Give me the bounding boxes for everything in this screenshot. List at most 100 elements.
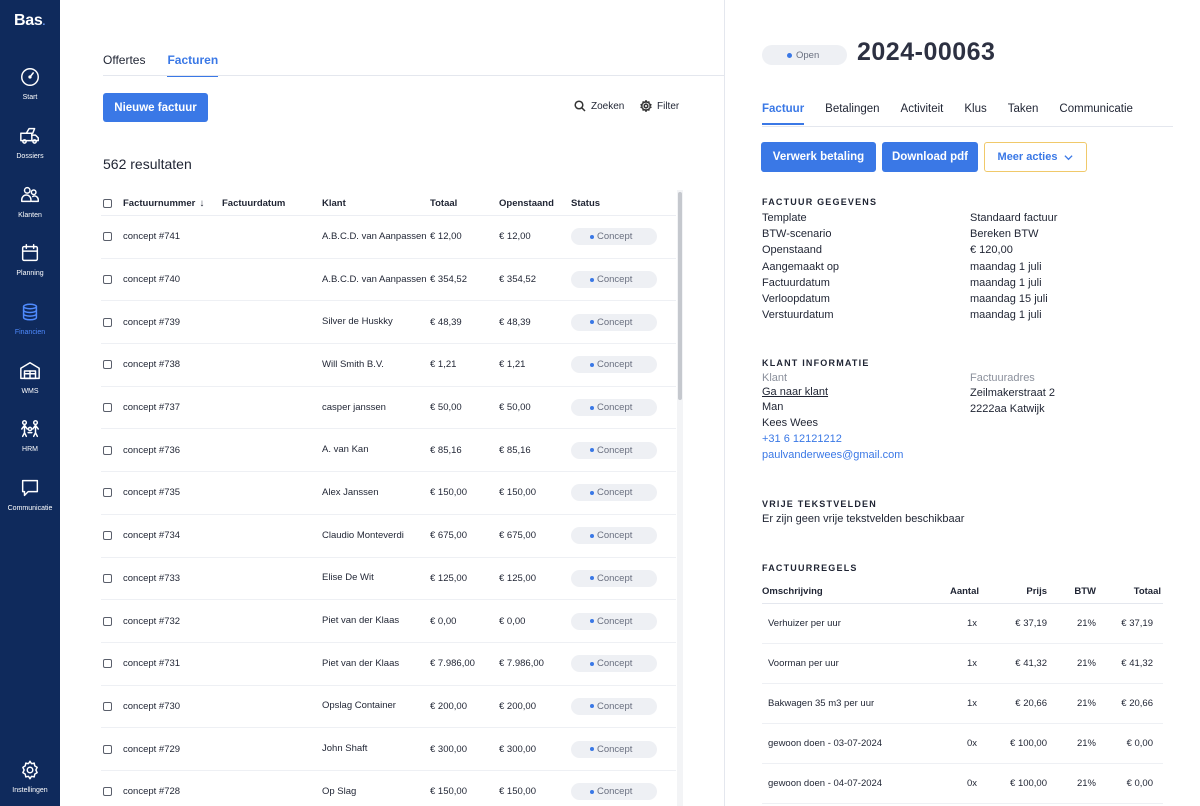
- more-actions-button[interactable]: Meer acties: [984, 142, 1087, 172]
- sidebar-item-financien[interactable]: Financien: [0, 301, 60, 353]
- table-row[interactable]: concept #736 A. van Kan € 85,16 € 85,16 Conc…: [101, 429, 676, 473]
- tab-offertes[interactable]: Offertes: [103, 53, 145, 77]
- tab-activiteit[interactable]: Activiteit: [901, 103, 944, 125]
- row-checkbox[interactable]: [103, 403, 112, 413]
- column-header-status[interactable]: Status: [571, 192, 600, 215]
- sidebar-item-instellingen[interactable]: Instellingen: [0, 759, 60, 806]
- cell-invoice-number: concept #734: [123, 530, 181, 542]
- row-checkbox[interactable]: [103, 232, 112, 242]
- invoice-line-row[interactable]: Verhuizer per uur 1x € 37,19 21% € 37,19: [762, 604, 1163, 644]
- free-fields-empty-text: Er zijn geen vrije tekstvelden beschikba…: [762, 513, 965, 525]
- invoice-line-row[interactable]: gewoon doen - 04-07-2024 0x € 100,00 21% € 0…: [762, 764, 1163, 804]
- select-all-checkbox[interactable]: [103, 199, 112, 208]
- invoice-line-row[interactable]: gewoon doen - 03-07-2024 0x € 100,00 21% € 0…: [762, 724, 1163, 764]
- client-phone-link[interactable]: +31 6 12121212: [762, 433, 842, 445]
- process-payment-button[interactable]: Verwerk betaling: [761, 142, 876, 172]
- goto-client-link[interactable]: Ga naar klant: [762, 386, 828, 398]
- status-badge: Open: [762, 45, 847, 65]
- sidebar-item-hrm[interactable]: HRM: [0, 418, 60, 470]
- tab-facturen[interactable]: Facturen: [167, 53, 219, 77]
- cell-invoice-number: concept #731: [123, 658, 181, 670]
- line-vat: 21%: [1076, 778, 1096, 789]
- row-checkbox[interactable]: [103, 787, 112, 797]
- row-checkbox[interactable]: [103, 573, 112, 583]
- tab-klus[interactable]: Klus: [964, 103, 986, 125]
- list-scrollbar[interactable]: [677, 190, 683, 806]
- table-row[interactable]: concept #741 A.B.C.D. van Aanpassen € 12,0…: [101, 216, 676, 259]
- row-checkbox[interactable]: [103, 445, 112, 455]
- client-label: Klant: [762, 372, 788, 384]
- app-logo[interactable]: Bas.: [14, 12, 45, 30]
- row-checkbox[interactable]: [103, 488, 112, 498]
- detail-tabs: Factuur Betalingen Activiteit Klus Taken…: [762, 103, 1133, 125]
- search-button[interactable]: Zoeken: [574, 100, 624, 112]
- line-vat: 21%: [1076, 738, 1096, 749]
- row-checkbox[interactable]: [103, 317, 112, 327]
- table-row[interactable]: concept #739 Silver de Huskky € 48,39 € 48,…: [101, 301, 676, 345]
- gauge-icon: [21, 68, 39, 86]
- table-row[interactable]: concept #734 Claudio Monteverdi € 675,00 € …: [101, 515, 676, 558]
- table-row[interactable]: concept #732 Piet van der Klaas € 0,00 € 0,…: [101, 600, 676, 643]
- table-row[interactable]: concept #740 A.B.C.D. van Aanpassen € 354,…: [101, 259, 676, 302]
- status-dot: [590, 277, 594, 282]
- tab-factuur[interactable]: Factuur: [762, 103, 805, 125]
- line-quantity: 0x: [966, 738, 977, 749]
- tab-taken[interactable]: Taken: [1008, 103, 1039, 125]
- row-checkbox[interactable]: [103, 701, 112, 711]
- sidebar-item-label: Financien: [14, 329, 46, 336]
- cell-client: Silver de Huskky: [322, 316, 393, 328]
- line-description: gewoon doen - 03-07-2024: [768, 738, 883, 749]
- filter-button[interactable]: Filter: [640, 100, 679, 112]
- cell-client: John Shaft: [322, 743, 368, 755]
- line-price: € 100,00: [1010, 738, 1047, 749]
- column-header-openstaand[interactable]: Openstaand: [499, 192, 554, 215]
- line-quantity: 1x: [966, 658, 977, 669]
- status-badge: Concept: [571, 612, 657, 630]
- invoice-line-row[interactable]: Voorman per uur 1x € 41,32 21% € 41,32: [762, 644, 1163, 684]
- download-pdf-button[interactable]: Download pdf: [882, 142, 978, 172]
- table-row[interactable]: concept #730 Opslag Container € 200,00 € 20…: [101, 686, 676, 729]
- column-header-totaal[interactable]: Totaal: [430, 192, 457, 215]
- table-row[interactable]: concept #737 casper janssen € 50,00 € 50,00…: [101, 387, 676, 430]
- column-header-factuurdatum[interactable]: Factuurdatum: [222, 192, 285, 215]
- sidebar-item-klanten[interactable]: Klanten: [0, 184, 60, 236]
- table-row[interactable]: concept #735 Alex Janssen € 150,00 € 150,00…: [101, 472, 676, 515]
- cell-total: € 12,00: [430, 231, 462, 243]
- status-dot: [590, 490, 594, 495]
- table-row[interactable]: concept #733 Elise De Wit € 125,00 € 125,00…: [101, 558, 676, 601]
- status-dot: [590, 234, 594, 239]
- row-checkbox[interactable]: [103, 360, 112, 370]
- detail-label: Template: [762, 212, 807, 224]
- column-header-klant[interactable]: Klant: [322, 192, 427, 215]
- line-quantity: 1x: [966, 618, 977, 629]
- search-label: Zoeken: [591, 100, 625, 112]
- tab-communicatie[interactable]: Communicatie: [1059, 103, 1133, 125]
- sidebar-item-start[interactable]: Start: [0, 66, 60, 118]
- column-header-factuurnummer[interactable]: Factuurnummer ↓: [123, 192, 204, 215]
- sidebar-item-planning[interactable]: Planning: [0, 242, 60, 294]
- sidebar-item-communicatie[interactable]: Communicatie: [0, 477, 60, 529]
- new-invoice-button[interactable]: Nieuwe factuur: [103, 93, 208, 122]
- row-checkbox[interactable]: [103, 744, 112, 754]
- table-row[interactable]: concept #731 Piet van der Klaas € 7.986,00…: [101, 643, 676, 686]
- invoice-line-row[interactable]: Bakwagen 35 m3 per uur 1x € 20,66 21% € 20,6…: [762, 684, 1163, 724]
- sidebar-item-label: Start: [22, 94, 38, 101]
- scrollbar-thumb[interactable]: [678, 192, 682, 400]
- detail-value: maandag 1 juli: [970, 260, 1042, 273]
- client-email-link[interactable]: paulvanderwees@gmail.com: [762, 449, 903, 461]
- cell-client: Elise De Wit: [322, 572, 374, 584]
- status-dot: [590, 362, 594, 367]
- table-row[interactable]: concept #738 Will Smith B.V. € 1,21 € 1,21 C…: [101, 344, 676, 387]
- table-row[interactable]: concept #728 Op Slag € 150,00 € 150,00 Conce…: [101, 771, 676, 806]
- table-row[interactable]: concept #729 John Shaft € 300,00 € 300,00 Co…: [101, 728, 676, 771]
- row-checkbox[interactable]: [103, 659, 112, 669]
- sidebar-item-dossiers[interactable]: Dossiers: [0, 125, 60, 177]
- row-checkbox[interactable]: [103, 275, 112, 285]
- row-checkbox[interactable]: [103, 616, 112, 626]
- status-badge: Concept: [571, 399, 657, 417]
- tab-betalingen[interactable]: Betalingen: [825, 103, 879, 125]
- sidebar-item-wms[interactable]: WMS: [0, 360, 60, 412]
- sidebar-item-label: Planning: [16, 270, 44, 277]
- cell-outstanding: € 48,39: [499, 316, 531, 328]
- row-checkbox[interactable]: [103, 531, 112, 541]
